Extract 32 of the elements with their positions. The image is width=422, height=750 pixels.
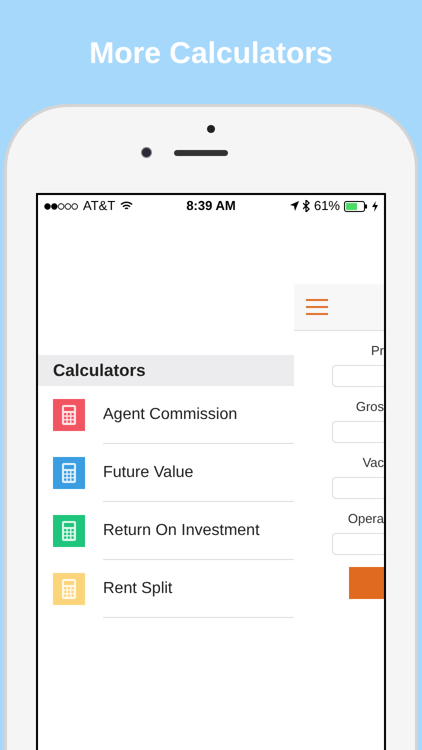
wifi-icon: [120, 201, 134, 211]
heading: More Calculators: [89, 36, 333, 72]
camera-icon: [140, 147, 152, 158]
menu-title: Calculators: [53, 360, 146, 382]
field-label: Vac: [362, 455, 384, 471]
input-field[interactable]: [332, 477, 384, 499]
bluetooth-icon: [302, 200, 310, 212]
location-arrow-icon: [290, 201, 299, 211]
battery-percent: 61%: [314, 197, 340, 216]
menu-item[interactable]: Rent Split: [38, 560, 294, 618]
menu-item[interactable]: Agent Commission: [38, 386, 294, 444]
carrier-label: AT&T: [83, 197, 116, 216]
field-label: Pr: [371, 343, 384, 359]
input-field[interactable]: [332, 533, 384, 555]
menu-item[interactable]: Return On Investment: [38, 502, 294, 560]
signal-icon: [44, 202, 78, 210]
calculate-button[interactable]: [349, 567, 384, 599]
menu-item-label: Agent Commission: [103, 404, 238, 424]
time-label: 8:39 AM: [185, 197, 237, 216]
sensor-icon: [207, 125, 215, 133]
menu-item[interactable]: Future Value: [38, 444, 294, 502]
battery-icon: [344, 200, 368, 212]
field-label: Gros: [356, 399, 384, 415]
charging-icon: [372, 200, 378, 212]
menu-icon[interactable]: [306, 299, 328, 315]
menu-item-label: Future Value: [103, 462, 194, 482]
input-field[interactable]: [332, 421, 384, 443]
speaker-icon: [174, 150, 228, 156]
menu-item-label: Rent Split: [103, 578, 172, 598]
menu-item-label: Return On Investment: [103, 520, 260, 540]
input-field[interactable]: [332, 365, 384, 387]
field-label: Opera: [348, 511, 384, 527]
